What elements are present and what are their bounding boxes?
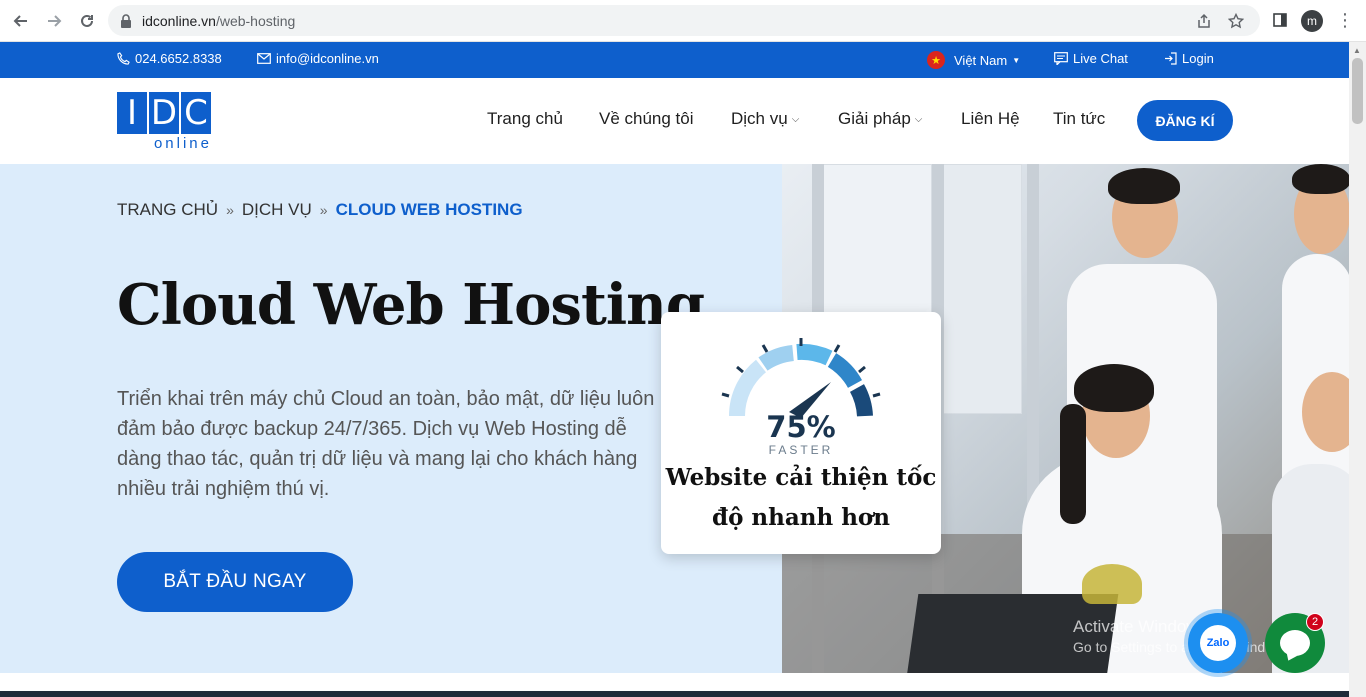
url-host: idconline.vn xyxy=(142,12,216,29)
browser-toolbar: idconline.vn/web-hosting m ⋮ xyxy=(0,0,1366,42)
side-panel-icon[interactable] xyxy=(1270,10,1290,30)
email-link[interactable]: info@idconline.vn xyxy=(257,51,379,66)
speed-caption: Website cải thiện tốc độ nhanh hơn xyxy=(665,464,937,531)
scroll-up-arrow-icon[interactable]: ▲ xyxy=(1353,46,1361,55)
chat-bubble-icon xyxy=(1280,630,1310,656)
hero-description: Triển khai trên máy chủ Cloud an toàn, b… xyxy=(117,388,655,500)
login-icon xyxy=(1164,52,1177,65)
watermark-title: Activate Windows xyxy=(1073,617,1208,636)
nav-item-news[interactable]: Tin tức xyxy=(1053,109,1105,129)
hero-section: TRANG CHỦ » DỊCH VỤ » CLOUD WEB HOSTING … xyxy=(0,164,1349,673)
zalo-label: Zalo xyxy=(1200,625,1236,661)
more-options-icon[interactable]: ⋮ xyxy=(1336,10,1354,30)
url-path: /web-hosting xyxy=(215,12,296,29)
reload-icon[interactable] xyxy=(75,9,99,33)
nav-label: Tin tức xyxy=(1053,109,1106,128)
right-man-hair xyxy=(1292,164,1349,194)
nav-item-solutions[interactable]: Giải pháp ⌵ xyxy=(838,109,922,129)
zalo-chat-button[interactable]: Zalo xyxy=(1188,613,1248,673)
plant-shape xyxy=(1082,564,1142,604)
footer-edge xyxy=(0,691,1349,697)
nav-item-services[interactable]: Dịch vụ ⌵ xyxy=(731,109,799,129)
watermark-subtitle: Go to Settings to activate Windows. xyxy=(1073,639,1294,655)
phone-icon xyxy=(117,52,130,65)
nav-item-home[interactable]: Trang chủ xyxy=(487,109,563,129)
chevron-double-right-icon: » xyxy=(319,202,328,218)
woman-hair xyxy=(1074,364,1154,412)
logo-subtitle: online xyxy=(153,135,212,152)
share-icon[interactable] xyxy=(1194,11,1214,31)
logo-letters: I D C xyxy=(117,92,213,134)
forward-icon[interactable] xyxy=(42,9,66,33)
idc-online-logo[interactable]: I D C online xyxy=(117,92,213,152)
phone-link[interactable]: 024.6652.8338 xyxy=(117,51,222,66)
page-title: Cloud Web Hosting xyxy=(117,272,705,338)
language-label: Việt Nam xyxy=(954,52,1008,68)
login-label: Login xyxy=(1182,51,1214,66)
notification-badge: 2 xyxy=(1306,613,1324,631)
breadcrumb-current: CLOUD WEB HOSTING xyxy=(335,200,523,219)
start-now-button[interactable]: BẮT ĐẦU NGAY xyxy=(117,552,353,612)
logo-letter: D xyxy=(149,92,179,134)
man-hair xyxy=(1108,168,1180,204)
contact-topbar: 024.6652.8338 info@idconline.vn ★ Việt N… xyxy=(0,42,1349,78)
woman-hair-long xyxy=(1060,404,1086,524)
logo-letter: C xyxy=(181,92,211,134)
speed-percent: 75% xyxy=(766,410,836,444)
page-scrollbar[interactable]: ▲ xyxy=(1349,42,1366,697)
email-address: info@idconline.vn xyxy=(276,51,379,66)
chevron-double-right-icon: » xyxy=(226,202,234,218)
speed-improvement-card: 75% FASTER Website cải thiện tốc độ nhan… xyxy=(661,312,941,554)
nav-label: Dịch vụ xyxy=(731,109,788,128)
bookmark-star-icon[interactable] xyxy=(1226,11,1246,31)
breadcrumb: TRANG CHỦ » DỊCH VỤ » CLOUD WEB HOSTING xyxy=(117,200,523,220)
back-icon[interactable] xyxy=(9,9,33,33)
nav-item-contact[interactable]: Liên Hệ xyxy=(961,109,1020,129)
nav-label: Về chúng tôi xyxy=(599,109,694,128)
building-shape xyxy=(942,164,1022,414)
speed-faster-label: FASTER xyxy=(768,443,834,457)
live-chat-link[interactable]: Live Chat xyxy=(1054,51,1128,66)
scroll-thumb[interactable] xyxy=(1352,58,1363,124)
nav-item-about[interactable]: Về chúng tôi xyxy=(599,109,694,129)
profile-avatar[interactable]: m xyxy=(1301,10,1323,32)
windows-activation-watermark: Activate Windows Go to Settings to activ… xyxy=(1073,617,1294,655)
phone-number: 024.6652.8338 xyxy=(135,51,222,66)
nav-label: Giải pháp xyxy=(838,109,911,128)
login-link[interactable]: Login xyxy=(1164,51,1214,66)
language-selector[interactable]: ★ Việt Nam ▼ xyxy=(927,51,1020,69)
chevron-down-icon: ▼ xyxy=(1012,55,1021,65)
vietnam-flag-icon: ★ xyxy=(927,51,945,69)
register-button[interactable]: ĐĂNG KÍ xyxy=(1137,100,1233,141)
chevron-down-icon: ⌵ xyxy=(791,113,800,125)
chevron-down-icon: ⌵ xyxy=(914,113,923,125)
nav-label: Liên Hệ xyxy=(961,109,1020,128)
live-chat-label: Live Chat xyxy=(1073,51,1128,66)
site-header: I D C online Trang chủ Về chúng tôi Dịch… xyxy=(0,78,1349,164)
logo-letter: I xyxy=(117,92,147,134)
address-bar[interactable]: idconline.vn/web-hosting xyxy=(108,5,1260,36)
breadcrumb-home[interactable]: TRANG CHỦ xyxy=(117,200,218,220)
breadcrumb-services[interactable]: DỊCH VỤ xyxy=(242,200,312,220)
chat-icon xyxy=(1054,52,1068,65)
lock-icon xyxy=(120,13,132,28)
mail-icon xyxy=(257,53,271,64)
nav-label: Trang chủ xyxy=(487,109,563,128)
